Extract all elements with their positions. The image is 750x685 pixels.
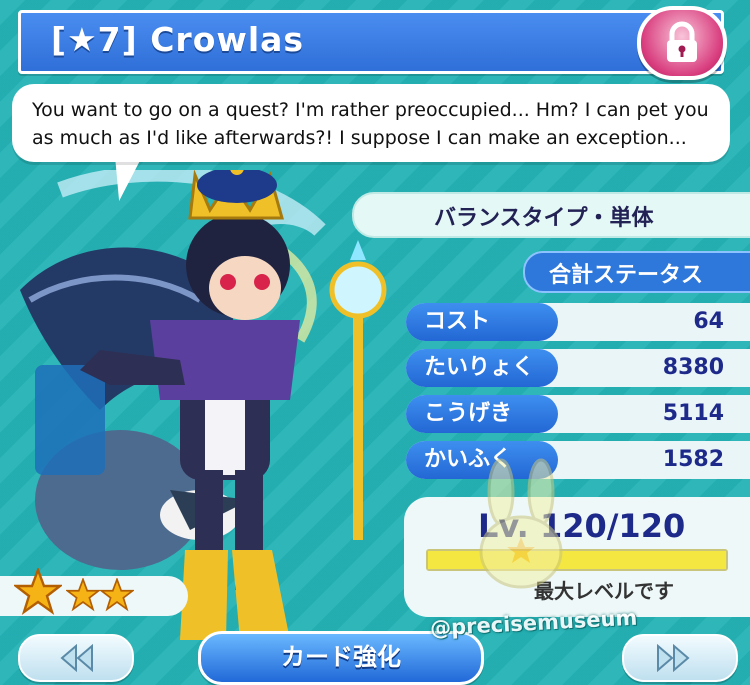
stat-value: 64 xyxy=(693,309,724,334)
double-chevron-left-icon xyxy=(60,644,93,672)
star-icon xyxy=(100,578,134,612)
star-icon xyxy=(66,578,100,612)
lock-button[interactable] xyxy=(637,6,727,80)
double-chevron-right-icon xyxy=(657,644,690,672)
type-label: バランスタイプ・単体 xyxy=(434,206,654,231)
total-stats-label: 合計ステータス xyxy=(549,263,704,288)
dialogue-text: You want to go on a quest? I'm rather pr… xyxy=(32,99,709,149)
stat-label: こうげき xyxy=(406,395,558,433)
stat-label: コスト xyxy=(406,303,558,341)
stat-row-cost: コスト 64 xyxy=(406,303,750,341)
next-card-button[interactable] xyxy=(622,634,738,682)
stat-row-attack: こうげき 5114 xyxy=(406,395,750,433)
stat-value: 5114 xyxy=(662,401,724,426)
speech-bubble: You want to go on a quest? I'm rather pr… xyxy=(12,84,730,162)
title-bar: [★7] Crowlas xyxy=(18,10,724,74)
stat-row-recovery: かいふく 1582 xyxy=(406,441,750,479)
total-stats-header: 合計ステータス xyxy=(523,251,750,293)
mascot-icon xyxy=(479,458,563,589)
card-title: [★7] Crowlas xyxy=(51,20,305,59)
rarity-stars-panel xyxy=(0,568,188,616)
stat-value: 8380 xyxy=(662,355,724,380)
level-panel: Lv. 120/120 最大レベルです xyxy=(404,458,750,617)
type-panel: バランスタイプ・単体 xyxy=(352,192,750,238)
stat-label: たいりょく xyxy=(406,349,558,387)
stat-value: 1582 xyxy=(662,447,724,472)
prev-card-button[interactable] xyxy=(18,634,134,682)
stat-row-hp: たいりょく 8380 xyxy=(406,349,750,387)
lock-icon xyxy=(667,21,697,62)
star-icon xyxy=(14,568,62,616)
